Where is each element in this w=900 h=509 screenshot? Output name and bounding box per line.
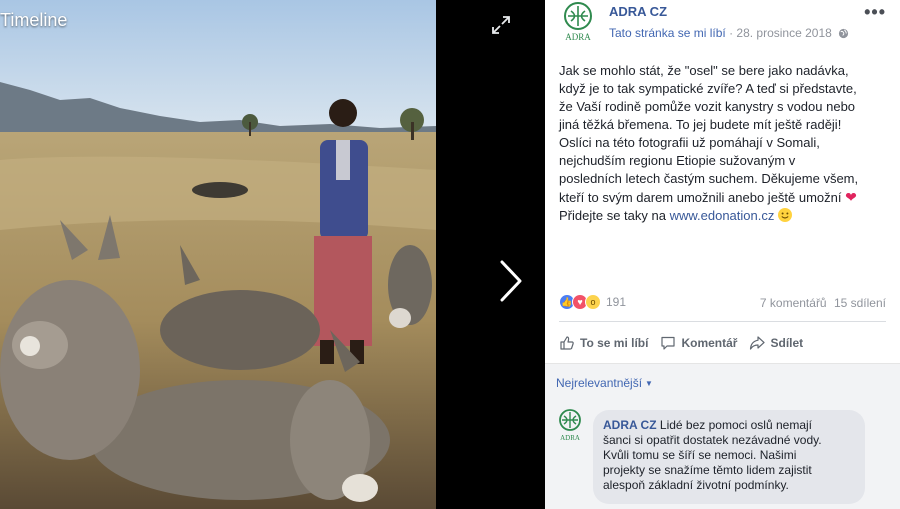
comments-count[interactable]: 7 komentářů: [760, 296, 827, 310]
comments-section: Nejrelevantnější ▼ ADRA ADRA CZ Lidé bez …: [545, 363, 900, 509]
post-text-line: když je to tak sympatické zvíře? A teď s…: [559, 81, 857, 96]
post-photo[interactable]: [0, 0, 436, 509]
post-text-line: že Vaší rodině pomůže vozit kanystry s v…: [559, 99, 856, 114]
comment-avatar[interactable]: ADRA: [556, 409, 584, 441]
smile-emoji-icon: [777, 208, 792, 222]
sort-label: Nejrelevantnější: [556, 376, 643, 390]
heart-emoji-icon: ❤: [845, 189, 857, 205]
post-text-line: jiná těžká břemena. To jej budete mít je…: [559, 117, 842, 132]
reactions-summary[interactable]: 👍 ♥ o 191: [559, 292, 626, 312]
svg-text:ADRA: ADRA: [560, 434, 580, 441]
comment-bubble: ADRA CZ Lidé bez pomoci oslů nemají šanc…: [593, 410, 865, 504]
post-text-line: Přidejte se taky na: [559, 208, 666, 223]
post-panel: ADRA ADRA CZ Tato stránka se mi líbí · 2…: [545, 0, 900, 509]
comment-text-line: alespoň základní životní podmínky.: [603, 478, 789, 492]
post-text: Jak se mohlo stát, že "osel" se bere jak…: [559, 62, 895, 225]
chevron-right-icon[interactable]: [496, 258, 526, 304]
thumbs-up-icon: [560, 336, 574, 350]
post-text-line: kteří to svým darem umožnili anebo ještě…: [559, 190, 842, 205]
comment-first-line: ADRA CZ Lidé bez pomoci oslů nemají: [603, 418, 855, 433]
more-icon[interactable]: •••: [864, 2, 886, 23]
share-button[interactable]: Sdílet: [749, 330, 803, 356]
comment-text-line: šanci si opatřit dostatek nezávadné vody…: [603, 433, 822, 447]
like-button[interactable]: To se mi líbí: [559, 330, 648, 356]
post-meta: Tato stránka se mi líbí · 28. prosince 2…: [609, 26, 849, 40]
shares-count[interactable]: 15 sdílení: [834, 296, 886, 310]
comment-button-label: Komentář: [681, 336, 738, 350]
share-icon: [750, 336, 766, 350]
post-text-line-with-heart: kteří to svým darem umožnili anebo ještě…: [559, 188, 895, 207]
wow-reaction-icon: o: [585, 294, 601, 310]
comment-button[interactable]: Komentář: [660, 330, 737, 356]
svg-text:ADRA: ADRA: [565, 32, 591, 42]
expand-icon[interactable]: [490, 14, 512, 36]
comment-text-line: Lidé bez pomoci oslů nemají: [659, 418, 812, 432]
post-text-line: Jak se mohlo stát, že "osel" se bere jak…: [559, 63, 849, 78]
post-text-line: Oslíci na této fotografii už pomáhají v …: [559, 135, 820, 150]
adra-logo-avatar[interactable]: ADRA: [560, 2, 596, 42]
comment-icon: [661, 336, 676, 350]
post-actions: To se mi líbí Komentář Sdílet: [559, 330, 886, 356]
post-text-line: posledních letech častým suchem. Děkujem…: [559, 171, 859, 186]
post-text-line: nejchudším regionu Etiopie sužovaným v: [559, 153, 796, 168]
caret-down-icon: ▼: [645, 379, 653, 388]
comment-author[interactable]: ADRA CZ: [603, 418, 657, 432]
post-date[interactable]: 28. prosince 2018: [736, 26, 831, 40]
globe-icon: [839, 28, 849, 39]
comment-text-line: Kvůli tomu se šíří se nemoci. Našimi: [603, 448, 797, 462]
post-text-line-with-link: Přidejte se taky na www.edonation.cz: [559, 207, 895, 225]
like-page-link[interactable]: Tato stránka se mi líbí: [609, 26, 726, 40]
comment-sort-dropdown[interactable]: Nejrelevantnější ▼: [556, 376, 653, 390]
like-button-label: To se mi líbí: [580, 336, 649, 350]
divider: [559, 321, 886, 322]
donkeys-photo: [0, 0, 436, 509]
viewer-title: Timeline: [0, 10, 68, 30]
engagement-counts: 7 komentářů 15 sdílení: [760, 296, 886, 310]
post-header: ADRA ADRA CZ Tato stránka se mi líbí · 2…: [545, 0, 900, 50]
edonation-link[interactable]: www.edonation.cz: [670, 208, 775, 223]
photo-viewer: Timeline: [0, 0, 545, 509]
reaction-count[interactable]: 191: [606, 295, 626, 309]
comment-text-line: projekty se snažíme těmto lidem zajistit: [603, 463, 812, 477]
share-button-label: Sdílet: [770, 336, 804, 350]
page-name[interactable]: ADRA CZ: [609, 4, 667, 19]
